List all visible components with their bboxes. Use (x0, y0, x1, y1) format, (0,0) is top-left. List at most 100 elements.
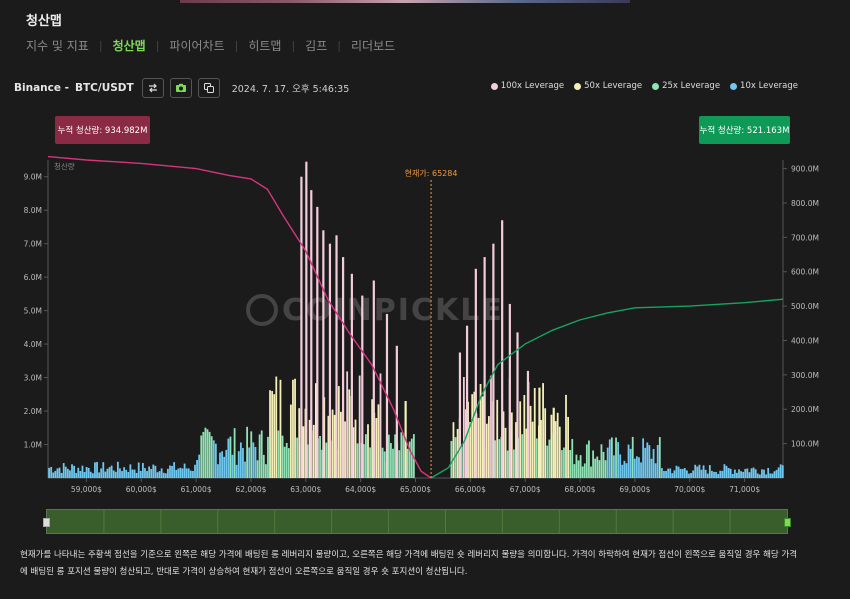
liquidation-bar (688, 473, 690, 478)
liquidation-bar (91, 473, 94, 478)
liquidation-bar (146, 470, 148, 478)
liquidation-bar (648, 445, 651, 478)
liquidation-bar (77, 467, 80, 478)
y-right-tick-label: 100.0M (791, 440, 819, 449)
liquidation-bar (269, 390, 271, 478)
liquidation-bar (613, 455, 615, 478)
swap-button[interactable] (141, 78, 164, 98)
liquidation-bar (558, 426, 561, 478)
liquidation-bar (635, 456, 638, 478)
liquidation-bar (202, 431, 205, 478)
liquidation-bar (358, 375, 361, 478)
screenshot-button[interactable] (169, 78, 192, 98)
liquidation-bar (173, 462, 176, 478)
liquidation-bar (725, 465, 728, 478)
long-cumulative-badge: 누적 청산량: 934.982M (55, 116, 150, 144)
liquidation-bar (496, 399, 499, 478)
liquidation-bar (598, 460, 601, 478)
liquidation-bar (750, 468, 753, 478)
liquidation-bar (131, 469, 134, 478)
liquidation-bar (615, 437, 617, 478)
liquidation-bar (129, 464, 132, 478)
copy-button[interactable] (197, 78, 220, 98)
liquidation-bar (535, 438, 538, 478)
liquidation-bar (529, 405, 532, 478)
tab-heatmap[interactable]: 히트맵 (238, 37, 291, 54)
liquidation-bar (519, 401, 522, 478)
liquidation-bar (237, 451, 240, 478)
liquidation-bar (600, 444, 603, 478)
liquidation-chart[interactable]: 1.0M 2.0M 3.0M 4.0M 5.0M 6.0M 7.0M 8.0M 9.0M 100.… (0, 155, 850, 500)
exchange-label[interactable]: Binance - (14, 82, 69, 94)
liquidation-bar (369, 447, 371, 478)
liquidation-bar (548, 439, 551, 478)
liquidation-bar (494, 440, 497, 478)
liquidation-bar (523, 395, 526, 478)
leverage-legend: 100x Leverage 50x Leverage 25x Leverage … (481, 81, 798, 91)
tab-leaderboard[interactable]: 리더보드 (341, 37, 405, 54)
liquidation-bar (273, 394, 276, 478)
liquidation-bar (700, 469, 703, 478)
legend-item-50x[interactable]: 50x Leverage (574, 81, 642, 91)
liquidation-bar (144, 468, 146, 478)
liquidation-bar (744, 468, 747, 478)
liquidation-bar (94, 462, 96, 478)
liquidation-bar (125, 469, 128, 478)
liquidation-bar (256, 460, 259, 478)
liquidation-bar (633, 458, 636, 478)
pair-label[interactable]: BTC/USDT (75, 82, 134, 94)
liquidation-bar (206, 429, 209, 478)
liquidation-bar (583, 463, 586, 478)
liquidation-bar (585, 444, 588, 478)
legend-item-10x[interactable]: 10x Leverage (730, 81, 798, 91)
liquidation-bar (665, 470, 667, 478)
slider-left-handle[interactable] (43, 518, 50, 527)
liquidation-bar (767, 467, 770, 478)
liquidation-bar (383, 451, 386, 478)
liquidation-bar (617, 442, 620, 478)
liquidation-bar (285, 442, 288, 478)
liquidation-bar (121, 471, 123, 478)
legend-item-25x[interactable]: 25x Leverage (652, 81, 720, 91)
liquidation-bar (223, 456, 226, 478)
liquidation-bar (667, 468, 670, 478)
y-left-tick-label: 3.0M (24, 374, 42, 383)
liquidation-peak-bar (335, 235, 338, 478)
tab-index-indicators[interactable]: 지수 및 지표 (26, 37, 99, 54)
y-right-tick-label: 400.0M (791, 336, 819, 345)
liquidation-bar (733, 469, 736, 478)
liquidation-bar (706, 473, 709, 478)
liquidation-bar (571, 438, 574, 478)
liquidation-bar (258, 434, 261, 478)
liquidation-bar (52, 472, 55, 478)
liquidation-bar (252, 442, 255, 478)
liquidation-bar (756, 473, 759, 478)
liquidation-bar (58, 467, 61, 478)
legend-item-100x[interactable]: 100x Leverage (490, 81, 564, 91)
liquidation-bar (602, 451, 605, 478)
y-right-tick-label: 900.0M (791, 165, 819, 174)
liquidation-bar (246, 426, 249, 478)
liquidation-bar (110, 465, 113, 478)
liquidation-bar (64, 466, 67, 478)
liquidation-bar (365, 434, 367, 478)
tab-liquidation-map[interactable]: 청산맵 (103, 37, 156, 54)
liquidation-bar (348, 389, 351, 478)
liquidation-bar (60, 472, 63, 478)
slider-right-handle[interactable] (784, 518, 791, 527)
y-left-tick-label: 8.0M (24, 206, 42, 215)
liquidation-bar (158, 471, 161, 478)
y-right-tick-label: 300.0M (791, 371, 819, 380)
range-slider[interactable] (43, 509, 791, 534)
liquidation-bar (481, 396, 484, 478)
liquidation-bar (736, 472, 738, 478)
liquidation-bar (469, 421, 472, 478)
tab-kimchi-premium[interactable]: 김프 (295, 37, 337, 54)
liquidation-bar (554, 421, 557, 478)
liquidation-bar (219, 452, 221, 478)
liquidation-bar (239, 442, 242, 478)
liquidation-bar (410, 438, 413, 478)
tab-fire-chart[interactable]: 파이어차트 (159, 37, 234, 54)
liquidation-bar (56, 468, 59, 478)
tab-bar: 지수 및 지표 | 청산맵 | 파이어차트 | 히트맵 | 김프 | 리더보드 (26, 37, 405, 54)
